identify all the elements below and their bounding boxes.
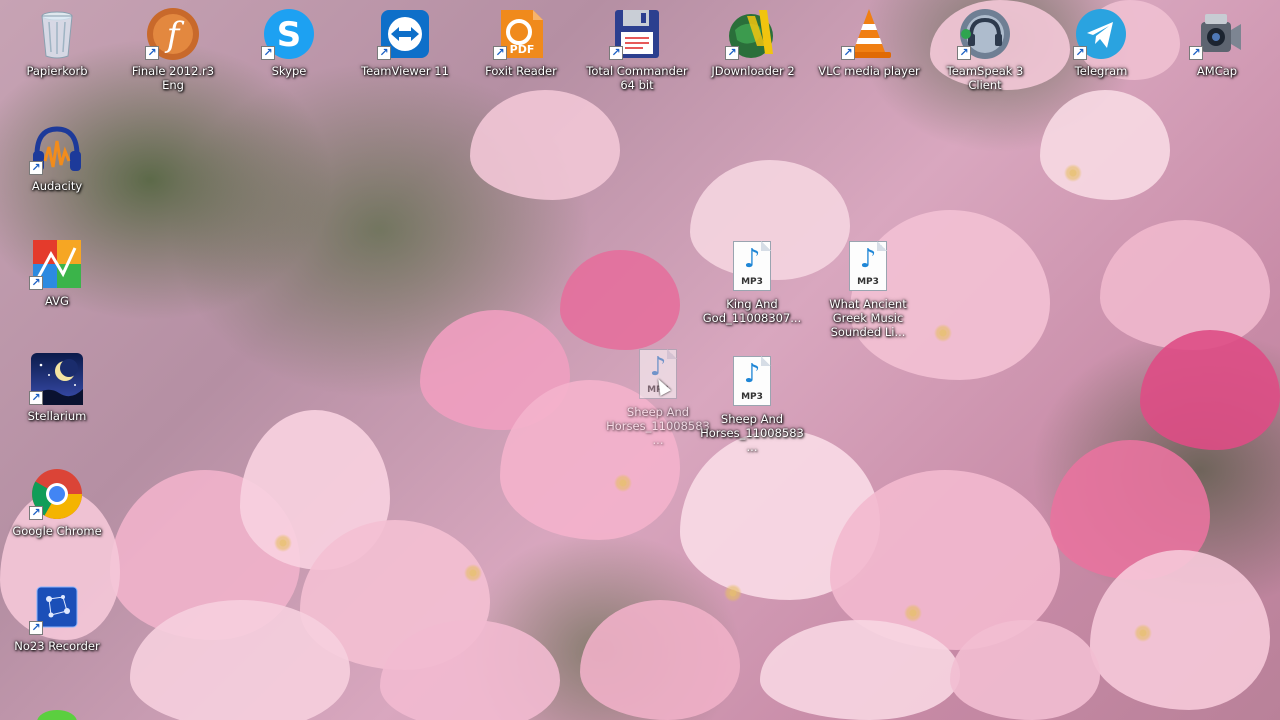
recorder-icon: ↗ (29, 581, 85, 637)
desktop-file-mp3-dragging[interactable]: ♪ MP3 Sheep And Horses_11008583... (604, 343, 712, 447)
desktop-file-mp3[interactable]: ♪ MP3 King And God_11008307... (698, 235, 806, 325)
desktop-icon-vlc[interactable]: ↗ VLC media player (815, 2, 923, 78)
desktop-icon-papierkorb[interactable]: Papierkorb (3, 2, 111, 78)
desktop-icon-avg[interactable]: ↗ AVG (3, 232, 111, 308)
music-note-icon: ♪ (649, 352, 667, 382)
partial-icon[interactable] (32, 706, 82, 720)
desktop-icon-finale[interactable]: f ↗ Finale 2012.r3 Eng (119, 2, 227, 92)
desktop-file-mp3[interactable]: ♪ MP3 What Ancient Greek Music Sounded Li… (814, 235, 922, 339)
desktop-icon-teamspeak[interactable]: ↗ TeamSpeak 3 Client (931, 2, 1039, 92)
avg-icon: ↗ (29, 236, 85, 292)
audacity-headphones-icon: ↗ (29, 121, 85, 177)
mp3-file-icon: ♪ MP3 (724, 354, 780, 410)
desktop-icon-label: TeamSpeak 3 Client (946, 64, 1024, 92)
blossom-petal (580, 600, 740, 720)
mp3-file-icon: ♪ MP3 (840, 239, 896, 295)
desktop-icon-label: Foxit Reader (485, 64, 557, 78)
shortcut-arrow-icon: ↗ (377, 46, 391, 60)
blossom-stamen (720, 580, 746, 606)
shortcut-arrow-icon: ↗ (1189, 46, 1203, 60)
shortcut-arrow-icon: ↗ (493, 46, 507, 60)
desktop-icon-label: JDownloader 2 (711, 64, 795, 78)
camcorder-icon: ↗ (1189, 6, 1245, 62)
desktop-icon-label: Total Commander 64 bit (586, 64, 688, 92)
svg-text:S: S (277, 15, 302, 55)
shortcut-arrow-icon: ↗ (29, 391, 43, 405)
blossom-petal (760, 620, 960, 720)
music-note-icon: ♪ (743, 359, 761, 389)
blossom-stamen (610, 470, 636, 496)
blossom-stamen (1060, 160, 1086, 186)
desktop-icon-label: Audacity (31, 179, 83, 193)
shortcut-arrow-icon: ↗ (261, 46, 275, 60)
vlc-cone-icon: ↗ (841, 6, 897, 62)
desktop-icon-label: TeamViewer 11 (361, 64, 449, 78)
shortcut-arrow-icon: ↗ (725, 46, 739, 60)
shortcut-arrow-icon: ↗ (145, 46, 159, 60)
shortcut-arrow-icon: ↗ (1073, 46, 1087, 60)
desktop-icon-label: No23 Recorder (14, 639, 100, 653)
desktop-file-label: Sheep And Horses_11008583... (700, 412, 804, 454)
telegram-icon: ↗ (1073, 6, 1129, 62)
desktop-icon-teamviewer[interactable]: ↗ TeamViewer 11 (351, 2, 459, 78)
blossom-petal (1140, 330, 1280, 450)
desktop-icon-label: AMCap (1196, 64, 1238, 78)
shortcut-arrow-icon: ↗ (29, 506, 43, 520)
desktop-icon-label: AVG (45, 294, 69, 308)
blossom-petal (470, 90, 620, 200)
desktop-icon-telegram[interactable]: ↗ Telegram (1047, 2, 1155, 78)
stellarium-moon-icon: ↗ (29, 351, 85, 407)
blossom-stamen (1130, 620, 1156, 646)
shortcut-arrow-icon: ↗ (957, 46, 971, 60)
desktop-file-mp3[interactable]: ♪ MP3 Sheep And Horses_11008583... (698, 350, 806, 454)
desktop-icon-label: Stellarium (27, 409, 87, 423)
desktop-icon-label: Finale 2012.r3 Eng (131, 64, 215, 92)
desktop-icon-label: VLC media player (818, 64, 920, 78)
desktop-icon-no23-recorder[interactable]: ↗ No23 Recorder (3, 577, 111, 653)
shortcut-arrow-icon: ↗ (29, 276, 43, 290)
desktop-file-label: What Ancient Greek Music Sounded Li... (829, 297, 907, 339)
jdownloader-icon: ↗ (725, 6, 781, 62)
shortcut-arrow-icon: ↗ (609, 46, 623, 60)
blossom-petal (1100, 220, 1270, 350)
desktop-icon-stellarium[interactable]: ↗ Stellarium (3, 347, 111, 423)
desktop-icon-amcap[interactable]: ↗ AMCap (1163, 2, 1271, 78)
desktop-icon-total-commander[interactable]: ↗ Total Commander 64 bit (583, 2, 691, 92)
recycle-bin-icon (29, 6, 85, 62)
desktop-icon-google-chrome[interactable]: ↗ Google Chrome (3, 462, 111, 538)
blossom-stamen (930, 320, 956, 346)
desktop-icon-label: Skype (271, 64, 307, 78)
teamspeak-icon: ↗ (957, 6, 1013, 62)
shortcut-arrow-icon: ↗ (29, 161, 43, 175)
chrome-icon: ↗ (29, 466, 85, 522)
desktop-file-label: King And God_11008307... (702, 297, 802, 325)
desktop-icon-label: Google Chrome (12, 524, 102, 538)
blossom-stamen (270, 530, 296, 556)
desktop-icon-jdownloader[interactable]: ↗ JDownloader 2 (699, 2, 807, 78)
svg-text:PDF: PDF (510, 43, 535, 56)
blossom-stamen (460, 560, 486, 586)
desktop-icon-label: Telegram (1074, 64, 1128, 78)
desktop-icon-audacity[interactable]: ↗ Audacity (3, 117, 111, 193)
desktop-icon-label: Papierkorb (26, 64, 88, 78)
skype-icon: S ↗ (261, 6, 317, 62)
shortcut-arrow-icon: ↗ (29, 621, 43, 635)
blossom-petal (560, 250, 680, 350)
shortcut-arrow-icon: ↗ (841, 46, 855, 60)
desktop-icon-foxit-reader[interactable]: PDF ↗ Foxit Reader (467, 2, 575, 78)
finale-icon: f ↗ (145, 6, 201, 62)
music-note-icon: ♪ (859, 244, 877, 274)
mp3-file-icon: ♪ MP3 (724, 239, 780, 295)
desktop-file-label: Sheep And Horses_11008583... (606, 405, 710, 447)
blossom-stamen (900, 600, 926, 626)
foxit-reader-icon: PDF ↗ (493, 6, 549, 62)
teamviewer-icon: ↗ (377, 6, 433, 62)
music-note-icon: ♪ (743, 244, 761, 274)
desktop-icon-skype[interactable]: S ↗ Skype (235, 2, 343, 78)
floppy-disk-icon: ↗ (609, 6, 665, 62)
blossom-petal (1040, 90, 1170, 200)
mp3-file-icon: ♪ MP3 (630, 347, 686, 403)
